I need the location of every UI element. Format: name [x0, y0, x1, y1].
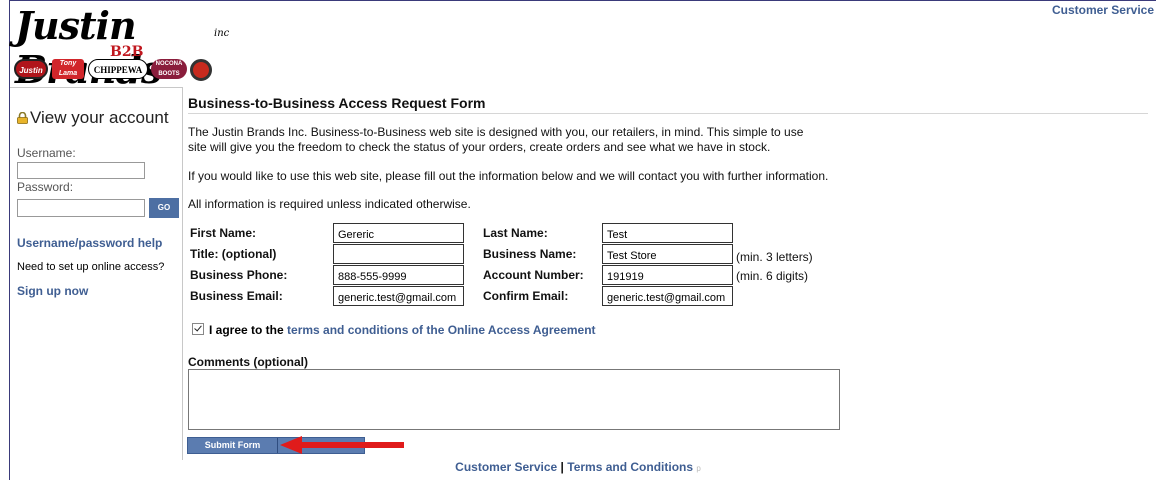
brand-tonylama-logo: Tony Lama [52, 59, 84, 79]
footer-customer-service-link[interactable]: Customer Service [455, 460, 557, 474]
submit-form-label: Submit Form [204, 440, 261, 450]
comments-textarea[interactable] [188, 369, 840, 430]
submit-divider [277, 438, 278, 453]
footer-separator: | [560, 460, 564, 474]
footer-tiny-mark: p [696, 464, 701, 473]
logo-b2b: B2B [110, 44, 144, 60]
view-account-title: View your account [30, 108, 169, 127]
business-phone-input[interactable]: 888-555-9999 [333, 265, 464, 285]
view-account-heading: View your account [17, 108, 169, 128]
username-label: Username: [17, 146, 76, 160]
go-button[interactable]: GO [149, 198, 179, 218]
brand-justin-logo: Justin [14, 59, 48, 79]
footer-links: Customer Service | Terms and Conditions … [0, 460, 1156, 474]
username-password-help-link[interactable]: Username/password help [17, 236, 162, 250]
brand-chippewa-logo: CHIPPEWA [88, 59, 148, 79]
account-number-label: Account Number: [483, 268, 584, 282]
business-name-hint: (min. 3 letters) [736, 250, 813, 264]
brand-nocona-logo: NOCONA BOOTS [151, 59, 187, 79]
justin-brands-logo[interactable]: Justin Brands inc B2B Justin Tony Lama C… [12, 4, 242, 92]
business-phone-label: Business Phone: [190, 268, 288, 282]
setup-access-text: Need to set up online access? [17, 261, 165, 273]
terms-agreement-link[interactable]: terms and conditions of the Online Acces… [287, 323, 596, 337]
page-title: Business-to-Business Access Request Form [188, 95, 486, 111]
sign-up-link[interactable]: Sign up now [17, 284, 88, 298]
password-label: Password: [17, 180, 74, 194]
first-name-input[interactable]: Gereric [333, 223, 464, 243]
intro-text-line2: site will give you the freedom to check … [188, 140, 771, 154]
intro-text-line1: The Justin Brands Inc. Business-to-Busin… [188, 125, 804, 139]
title-input[interactable] [333, 244, 464, 264]
agree-checkbox[interactable] [192, 323, 204, 335]
confirm-email-input[interactable]: generic.test@gmail.com [602, 286, 733, 306]
frame-top-border [9, 0, 1156, 1]
logo-inc: inc [214, 28, 230, 39]
business-name-label: Business Name: [483, 247, 577, 261]
confirm-email-label: Confirm Email: [483, 289, 569, 303]
login-sidebar: View your account Username: Password: GO… [10, 87, 183, 460]
instructions-text: If you would like to use this web site, … [188, 169, 829, 183]
first-name-label: First Name: [190, 226, 257, 240]
password-input[interactable] [17, 199, 145, 217]
title-divider [188, 113, 1148, 114]
red-arrow-icon [280, 436, 404, 454]
agreement-row: I agree to the terms and conditions of t… [192, 323, 596, 337]
account-number-input[interactable]: 191919 [602, 265, 733, 285]
lock-icon [17, 112, 28, 124]
last-name-input[interactable]: Test [602, 223, 733, 243]
account-number-hint: (min. 6 digits) [736, 269, 809, 283]
title-label: Title: (optional) [190, 247, 277, 261]
last-name-label: Last Name: [483, 226, 548, 240]
footer-terms-link[interactable]: Terms and Conditions [567, 460, 693, 474]
agree-prefix: I agree to the [209, 323, 284, 337]
customer-service-link[interactable]: Customer Service [1052, 3, 1154, 17]
comments-label: Comments (optional) [188, 355, 308, 369]
business-email-label: Business Email: [190, 289, 283, 303]
required-note: All information is required unless indic… [188, 197, 471, 211]
business-name-input[interactable]: Test Store [602, 244, 733, 264]
username-input[interactable] [17, 162, 145, 179]
brand-emblem-logo [190, 59, 212, 81]
business-email-input[interactable]: generic.test@gmail.com [333, 286, 464, 306]
